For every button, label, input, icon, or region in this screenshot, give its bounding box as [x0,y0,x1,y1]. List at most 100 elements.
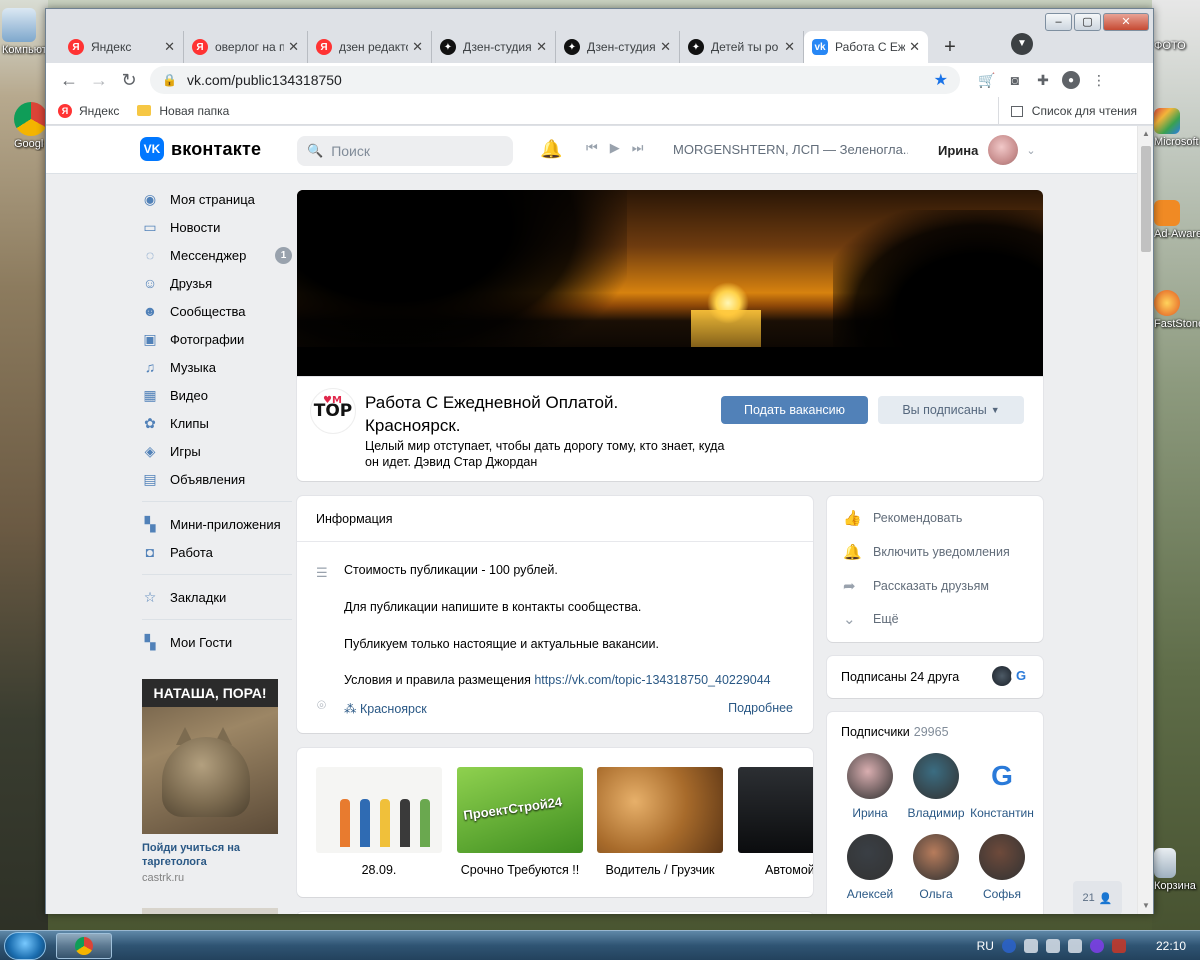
tab-close-icon[interactable]: ✕ [660,39,671,55]
second-advertisement[interactable] [142,908,278,914]
subscribed-button[interactable]: Вы подписаны ▼ [878,396,1024,424]
ad-image[interactable]: НАТАША, ПОРА! [142,679,278,834]
gallery-item[interactable]: Водитель / Грузчик [597,767,723,877]
nav-item-news[interactable]: ▭ Новости [142,213,292,241]
volume-icon[interactable] [1045,939,1060,953]
rules-link[interactable]: https://vk.com/topic-134318750_40229044 [534,673,770,687]
tab-overlock[interactable]: Яоверлог на п ✕ [184,31,308,63]
profile-icon[interactable]: ● [1062,71,1080,89]
tab-zen-editor[interactable]: Ядзен редакто ✕ [308,31,432,63]
scroll-thumb[interactable] [1141,146,1151,252]
subscriber-item[interactable]: G Константин [967,753,1037,820]
back-button[interactable]: ← [54,65,84,95]
nav-item-bookmark-star[interactable]: ☆ Закладки [142,583,292,611]
nav-item-messenger[interactable]: ◌ Мессенджер 1 [142,241,292,269]
nav-item-photos[interactable]: ▣ Фотографии [142,325,292,353]
language-indicator[interactable]: RU [977,939,994,953]
desktop-icon-photo[interactable]: ФОТО [1154,40,1200,53]
play-icon[interactable]: ▶ [610,140,620,156]
subscriber-item[interactable]: Алексей [835,834,905,901]
cart-extension-icon[interactable]: 🛒 [978,71,996,89]
more-info-link[interactable]: Подробнее [728,701,793,715]
address-bar[interactable]: 🔒 vk.com/public134318750 ★ [150,66,960,94]
taskbar-chrome-button[interactable] [56,933,112,959]
online-counter[interactable]: 21 👤 [1073,881,1122,914]
nav-item-work[interactable]: ◘ Работа [142,538,292,566]
gallery-item[interactable]: ПроектСтрой24 Срочно Требуются !! [457,767,583,877]
now-playing-track[interactable]: MORGENSHTERN, ЛСП — Зеленогла... [673,142,908,157]
subscriber-item[interactable]: Софья [967,834,1037,901]
tab-close-icon[interactable]: ✕ [909,39,920,55]
nav-item-user-circle[interactable]: ◉ Моя страница [142,185,292,213]
share-action[interactable]: ➦ Рассказать друзьям [843,576,989,596]
tab-close-icon[interactable]: ✕ [164,39,175,55]
nav-item-clips[interactable]: ✿ Клипы [142,409,292,437]
new-tab-button[interactable]: + [936,33,964,61]
nav-item-guests[interactable]: ▚ Мои Гости [142,628,292,656]
group-avatar[interactable]: ♥M TOP [310,388,356,434]
ad-title[interactable]: Пойди учиться на таргетолога [142,841,278,869]
clock[interactable]: 22:10 [1156,939,1186,953]
desktop-icon-trash[interactable]: Корзина [1154,848,1200,893]
page-scrollbar[interactable]: ▲ ▼ [1137,126,1153,914]
subscriber-item[interactable]: Ольга [901,834,971,901]
bookmark-new-folder[interactable]: Новая папка [137,104,229,118]
menu-dots-icon[interactable]: ⋮ [1090,71,1108,89]
city-link[interactable]: ⁂ Красноярск [344,701,427,716]
advertisement[interactable]: НАТАША, ПОРА! Пойди учиться на таргетоло… [142,679,278,884]
reading-list-button[interactable]: Список для чтения [997,97,1137,125]
subscribers-header[interactable]: Подписчики 29965 [841,725,949,739]
user-menu[interactable]: Ирина ⌄ [938,135,1036,165]
nav-item-games[interactable]: ◈ Игры [142,437,292,465]
friends-subscribed-card[interactable]: Подписаны 24 друга G [827,656,1043,698]
extension-icon[interactable]: ◙ [1006,71,1024,89]
lock-icon[interactable]: 🔒 [162,73,177,87]
nav-item-video[interactable]: ▦ Видео [142,381,292,409]
close-window-button[interactable]: ✕ [1103,13,1149,31]
gallery-item[interactable]: Автомой [738,767,813,877]
flag-icon[interactable] [1111,939,1126,953]
tab-yandex[interactable]: Я Яндекс ✕ [60,31,184,63]
subscriber-item[interactable]: Владимир [901,753,971,820]
subscriber-item[interactable]: Ирина [835,753,905,820]
recommend-action[interactable]: 👍 Рекомендовать [843,508,962,528]
puzzle-icon[interactable]: ✚ [1034,71,1052,89]
nav-item-classifieds[interactable]: ▤ Объявления [142,465,292,493]
bookmark-yandex[interactable]: Я Яндекс [58,103,119,118]
help-icon[interactable] [1001,939,1016,953]
more-actions[interactable]: ⌄ Ещё [843,609,899,629]
bookmark-star-icon[interactable]: ★ [934,70,948,90]
tab-close-icon[interactable]: ✕ [536,39,547,55]
desktop-icon-chrome[interactable]: Google Chrome [14,102,48,155]
forward-button[interactable]: → [84,65,114,95]
next-track-icon[interactable]: ⏭ [632,140,644,156]
nav-item-apps[interactable]: ▚ Мини-приложения [142,510,292,538]
monitor-icon[interactable] [1067,939,1082,953]
tab-zen-studio-1[interactable]: ✦ Дзен-студия ✕ [432,31,556,63]
previous-track-icon[interactable]: ⏮ [586,140,598,156]
desktop-icon-faststone[interactable]: FastStone Image Viewer [1154,290,1200,331]
vk-search-input[interactable]: 🔍 Поиск [297,136,513,166]
scroll-down-arrow[interactable]: ▼ [1138,898,1154,914]
tab-close-icon[interactable]: ✕ [412,39,423,55]
scroll-up-arrow[interactable]: ▲ [1138,126,1154,142]
desktop-icon-adaware[interactable]: Ad-Aware Free [1154,200,1200,241]
maximize-button[interactable]: ▢ [1074,13,1101,31]
notifications-bell-icon[interactable]: 🔔 [540,139,562,160]
tab-vk-active[interactable]: vk Работа С Еж ✕ [804,31,928,63]
vk-logo[interactable]: VK вконтакте [140,137,261,161]
tray-app-icon[interactable] [1089,939,1104,953]
tab-close-icon[interactable]: ✕ [288,39,299,55]
start-button[interactable] [4,932,46,960]
notifications-action[interactable]: 🔔 Включить уведомления [843,542,1010,562]
reload-button[interactable]: ↻ [114,65,144,95]
nav-item-music[interactable]: ♫ Музыка [142,353,292,381]
nav-item-friends[interactable]: ☺ Друзья [142,269,292,297]
tab-search-icon[interactable]: ▼ [1011,33,1033,55]
tab-kids[interactable]: ✦ Детей ты ро ✕ [680,31,804,63]
tab-zen-studio-2[interactable]: ✦ Дзен-студия ✕ [556,31,680,63]
gallery-item[interactable]: 28.09. [316,767,442,877]
desktop-icon-organizer[interactable]: Microsoft Organizer [1154,108,1200,149]
minimize-button[interactable]: – [1045,13,1072,31]
tab-close-icon[interactable]: ✕ [784,39,795,55]
